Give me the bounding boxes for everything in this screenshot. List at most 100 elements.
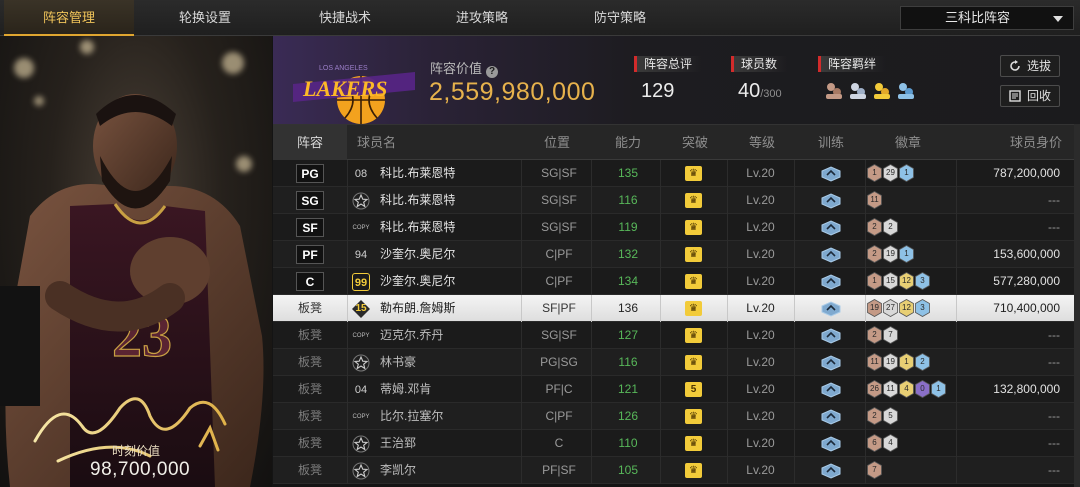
- player-name[interactable]: 科比.布莱恩特: [380, 187, 455, 214]
- breakthrough-icon[interactable]: ♛: [685, 220, 702, 235]
- badge-hex-icon: 3: [915, 272, 930, 290]
- training-icon[interactable]: [820, 274, 842, 290]
- badge-hex-icon: 2: [867, 245, 882, 263]
- jersey-number-badge: 15: [352, 300, 370, 318]
- tab-defense[interactable]: 防守策略: [555, 0, 685, 36]
- badge-list[interactable]: 25: [867, 407, 899, 426]
- badge-hex-icon: 1: [899, 164, 914, 182]
- badge-hex-icon: 27: [883, 299, 898, 317]
- badge-list[interactable]: 11: [867, 191, 883, 210]
- table-row[interactable]: 板凳 04 蒂姆.邓肯 PF|C 121 5 Lv.20 26 11 4 0 1 132,800,000: [273, 376, 1080, 403]
- breakthrough-icon[interactable]: ♛: [685, 301, 702, 316]
- player-name[interactable]: 科比.布莱恩特: [380, 214, 455, 241]
- table-row[interactable]: 板凳 COPY 迈克尔.乔丹 SG|SF 127 ♛ Lv.20 2 7 ---: [273, 322, 1080, 349]
- breakthrough-icon[interactable]: ♛: [685, 274, 702, 289]
- breakthrough-icon[interactable]: 5: [685, 382, 702, 397]
- table-row[interactable]: 板凳 王治郅 C 110 ♛ Lv.20 6 4 ---: [273, 430, 1080, 457]
- badge-list[interactable]: 19 27 12 3: [867, 299, 931, 318]
- copy-tag: COPY: [352, 333, 370, 339]
- tab-rotation[interactable]: 轮换设置: [140, 0, 270, 36]
- player-position: C: [554, 436, 564, 450]
- breakthrough-icon[interactable]: ♛: [685, 355, 702, 370]
- training-icon[interactable]: [820, 328, 842, 344]
- player-name[interactable]: 沙奎尔.奥尼尔: [380, 268, 455, 295]
- badge-list[interactable]: 2 19 1: [867, 245, 915, 264]
- player-name[interactable]: 比尔.拉塞尔: [380, 403, 443, 430]
- slot-label: 板凳: [297, 436, 322, 450]
- breakthrough-icon[interactable]: ♛: [685, 409, 702, 424]
- badge-list[interactable]: 22: [867, 218, 899, 237]
- badge-hex-icon: 3: [915, 299, 930, 317]
- player-name[interactable]: 沙奎尔.奥尼尔: [380, 241, 455, 268]
- badge-count: 1: [904, 168, 909, 177]
- recycle-button[interactable]: 回收: [1000, 85, 1060, 107]
- player-ability: 136: [617, 301, 639, 315]
- breakthrough-icon[interactable]: ♛: [685, 166, 702, 181]
- training-icon[interactable]: [820, 193, 842, 209]
- player-name[interactable]: 王治郅: [380, 430, 416, 457]
- table-row[interactable]: PG 08 科比.布莱恩特 SG|SF 135 ♛ Lv.20 1 29 1 787,200,000: [273, 160, 1080, 187]
- player-name[interactable]: 迈克尔.乔丹: [380, 322, 443, 349]
- training-icon[interactable]: [820, 436, 842, 452]
- training-icon[interactable]: [820, 220, 842, 236]
- table-row[interactable]: C 99 沙奎尔.奥尼尔 C|PF 134 ♛ Lv.20 1 15 12 3 577,280,000: [273, 268, 1080, 295]
- badge-count: 3: [920, 303, 925, 312]
- column-divider: [347, 403, 348, 430]
- breakthrough-icon[interactable]: ♛: [685, 328, 702, 343]
- select-button[interactable]: 选拔: [1000, 55, 1060, 77]
- breakthrough-icon[interactable]: ♛: [685, 463, 702, 478]
- badge-hex-icon: 1: [867, 164, 882, 182]
- badge-hex-icon: 2: [867, 218, 882, 236]
- player-name[interactable]: 科比.布莱恩特: [380, 160, 455, 187]
- badge-list[interactable]: 26 11 4 0 1: [867, 380, 947, 399]
- badge-hex-icon: 2: [867, 326, 882, 344]
- training-icon[interactable]: [820, 382, 842, 398]
- player-name[interactable]: 李凯尔: [380, 457, 416, 484]
- column-divider: [956, 376, 957, 403]
- training-icon[interactable]: [820, 409, 842, 425]
- column-divider: [865, 187, 866, 214]
- tab-offense[interactable]: 进攻策略: [417, 0, 547, 36]
- badge-list[interactable]: 1 29 1: [867, 164, 915, 183]
- badge-list[interactable]: 27: [867, 326, 899, 345]
- team-value-label: 阵容价值?: [430, 58, 499, 78]
- column-divider: [347, 349, 348, 376]
- table-row[interactable]: 板凳 林书豪 PG|SG 116 ♛ Lv.20 11 19 1 2 ---: [273, 349, 1080, 376]
- column-divider: [956, 160, 957, 187]
- help-icon[interactable]: ?: [486, 66, 499, 78]
- player-name[interactable]: 勒布朗.詹姆斯: [380, 295, 455, 322]
- player-position: C|PF: [545, 274, 573, 288]
- badge-list[interactable]: 7: [867, 461, 883, 480]
- rating-value: 129: [641, 80, 675, 102]
- breakthrough-icon[interactable]: ♛: [685, 247, 702, 262]
- player-name[interactable]: 蒂姆.邓肯: [380, 376, 431, 403]
- training-icon[interactable]: [820, 166, 842, 182]
- badge-list[interactable]: 64: [867, 434, 899, 453]
- table-row[interactable]: 板凳 COPY 比尔.拉塞尔 C|PF 126 ♛ Lv.20 2 5 ---: [273, 403, 1080, 430]
- training-icon[interactable]: [820, 355, 842, 371]
- col-breakthrough: 突破: [682, 135, 709, 150]
- breakthrough-icon[interactable]: ♛: [685, 193, 702, 208]
- column-divider: [865, 457, 866, 484]
- player-name[interactable]: 林书豪: [380, 349, 416, 376]
- player-card[interactable]: 23 时刻价值 98,700,000: [0, 36, 272, 487]
- training-icon[interactable]: [820, 301, 842, 317]
- table-row[interactable]: 板凳 李凯尔 PF|SF 105 ♛ Lv.20 7 ---: [273, 457, 1080, 484]
- badge-list[interactable]: 11 19 1 2: [867, 353, 931, 372]
- bond-icons[interactable]: [823, 80, 923, 102]
- lineup-dropdown[interactable]: 三科比阵容: [900, 6, 1074, 30]
- table-row[interactable]: PF 94 沙奎尔.奥尼尔 C|PF 132 ♛ Lv.20 2 19 1 153,600,000: [273, 241, 1080, 268]
- training-icon[interactable]: [820, 247, 842, 263]
- jersey-number: 08: [354, 168, 368, 180]
- scrollbar[interactable]: [1074, 124, 1080, 487]
- training-icon[interactable]: [820, 463, 842, 479]
- breakthrough-icon[interactable]: ♛: [685, 436, 702, 451]
- table-row[interactable]: 板凳 15 勒布朗.詹姆斯 SF|PF 136 ♛ Lv.20 19 27 12 3 710,400,…: [273, 295, 1080, 322]
- table-row[interactable]: SF COPY 科比.布莱恩特 SG|SF 119 ♛ Lv.20 2 2 ---: [273, 214, 1080, 241]
- tab-lineup[interactable]: 阵容管理: [4, 0, 134, 36]
- tab-quick-tactics[interactable]: 快捷战术: [280, 0, 410, 36]
- badge-list[interactable]: 1 15 12 3: [867, 272, 931, 291]
- badge-hex-icon: 6: [867, 434, 882, 452]
- table-row[interactable]: SG 科比.布莱恩特 SG|SF 116 ♛ Lv.20 11 ---: [273, 187, 1080, 214]
- jersey-number-badge: 99: [352, 273, 370, 291]
